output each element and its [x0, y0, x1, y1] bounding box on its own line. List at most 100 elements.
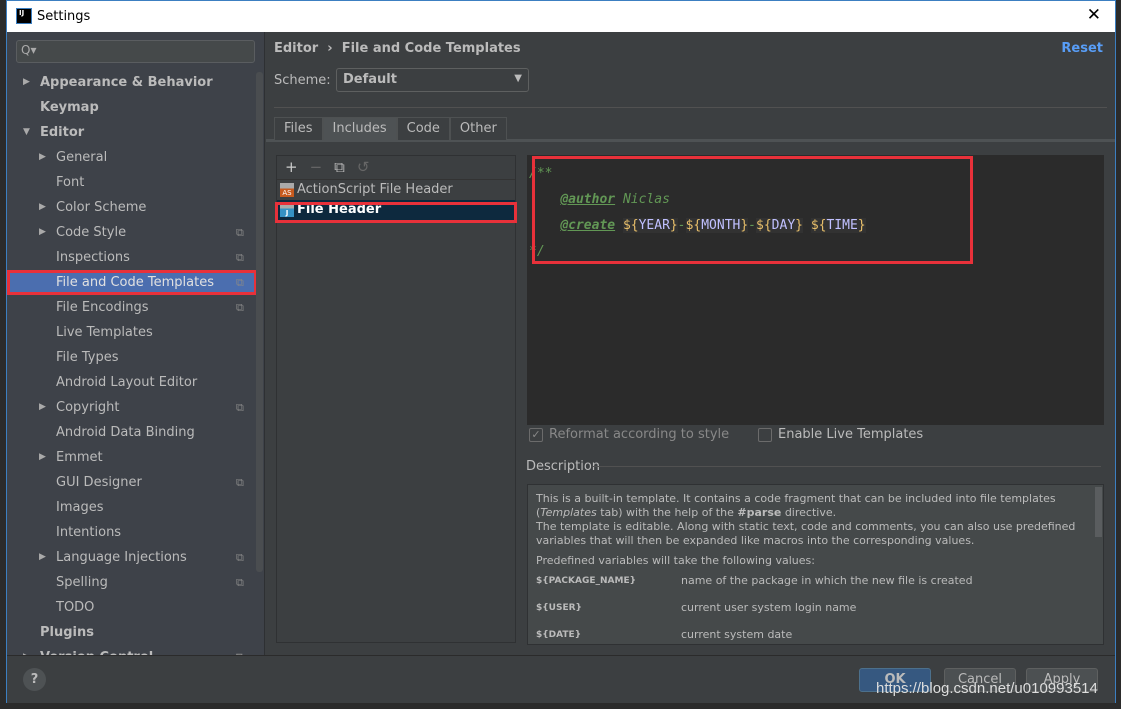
- template-label: ActionScript File Header: [297, 182, 453, 197]
- sidebar-item-label: File Types: [56, 350, 119, 365]
- sidebar-item-file-encodings[interactable]: File Encodings ⧉: [7, 295, 257, 320]
- template-tabs: Files Includes Code Other: [274, 117, 507, 140]
- description-p3: Predefined variables will take the follo…: [536, 554, 815, 567]
- close-icon[interactable]: ✕: [1087, 5, 1101, 25]
- live-templates-checkbox[interactable]: Enable Live Templates: [758, 427, 923, 442]
- intellij-logo-icon: IJ: [16, 8, 32, 24]
- sidebar-item-images[interactable]: Images: [7, 495, 257, 520]
- project-scope-icon: ⧉: [236, 276, 244, 289]
- remove-icon[interactable]: −: [310, 158, 323, 177]
- copy-icon[interactable]: ⧉: [334, 158, 345, 177]
- reset-link[interactable]: Reset: [1061, 41, 1103, 56]
- breadcrumb: Editor › File and Code Templates: [274, 41, 521, 56]
- sidebar: Q▾ ▶ Appearance & Behavior Keymap ▼ Editor ▶ G…: [7, 32, 265, 655]
- sidebar-item-label: Code Style: [56, 225, 127, 240]
- sidebar-item-label: Android Data Binding: [56, 425, 195, 440]
- actionscript-file-icon: AS: [280, 183, 294, 197]
- sidebar-scrollbar[interactable]: [256, 72, 263, 572]
- expand-right-icon[interactable]: ▶: [23, 70, 30, 95]
- live-templates-label: Enable Live Templates: [778, 427, 924, 442]
- sidebar-item-inspections[interactable]: Inspections ⧉: [7, 245, 257, 270]
- sidebar-item-live-templates[interactable]: Live Templates: [7, 320, 257, 345]
- sidebar-item-color-scheme[interactable]: ▶ Color Scheme: [7, 195, 257, 220]
- template-item-actionscript[interactable]: AS ActionScript File Header: [277, 180, 515, 200]
- description-scrollbar[interactable]: [1095, 487, 1102, 537]
- sidebar-item-label: Intentions: [56, 525, 122, 540]
- sidebar-item-label: File and Code Templates: [56, 275, 214, 290]
- expand-right-icon[interactable]: ▶: [39, 395, 46, 420]
- sidebar-item-label: Editor: [40, 125, 85, 140]
- sidebar-item-spelling[interactable]: Spelling ⧉: [7, 570, 257, 595]
- sidebar-item-android-layout-editor[interactable]: Android Layout Editor: [7, 370, 257, 395]
- sidebar-item-emmet[interactable]: ▶ Emmet: [7, 445, 257, 470]
- sidebar-item-general[interactable]: ▶ General: [7, 145, 257, 170]
- settings-window: IJ Settings ✕ Q▾ ▶ Appearance & Behavior K…: [6, 0, 1116, 703]
- highlight-box: [275, 202, 517, 223]
- checkmark-icon: ✓: [529, 427, 543, 442]
- sidebar-item-label: Appearance & Behavior: [40, 75, 213, 90]
- sidebar-item-language-injections[interactable]: ▶ Language Injections ⧉: [7, 545, 257, 570]
- sidebar-item-intentions[interactable]: Intentions: [7, 520, 257, 545]
- expand-down-icon[interactable]: ▼: [23, 120, 30, 145]
- sidebar-item-file-types[interactable]: File Types: [7, 345, 257, 370]
- sidebar-item-label: Color Scheme: [56, 200, 147, 215]
- divider: [593, 466, 1101, 467]
- description-label: Description: [526, 459, 601, 474]
- expand-right-icon[interactable]: ▶: [23, 645, 30, 655]
- expand-right-icon[interactable]: ▶: [39, 545, 46, 570]
- project-scope-icon: ⧉: [236, 401, 244, 414]
- sidebar-item-keymap[interactable]: Keymap: [7, 95, 257, 120]
- sidebar-item-label: File Encodings: [56, 300, 149, 315]
- list-toolbar: + − ⧉ ↺: [277, 156, 515, 180]
- sidebar-item-copyright[interactable]: ▶ Copyright ⧉: [7, 395, 257, 420]
- variable-row: ${DATE} current system date: [536, 628, 793, 641]
- project-scope-icon: ⧉: [236, 576, 244, 589]
- scheme-label: Scheme:: [274, 73, 331, 88]
- tab-includes[interactable]: Includes: [322, 117, 397, 140]
- expand-right-icon[interactable]: ▶: [39, 145, 46, 170]
- sidebar-item-file-and-code-templates[interactable]: File and Code Templates ⧉: [7, 270, 257, 295]
- project-scope-icon: ⧉: [236, 551, 244, 564]
- breadcrumb-separator: ›: [327, 41, 333, 56]
- expand-right-icon[interactable]: ▶: [39, 220, 46, 245]
- sidebar-item-label: Images: [56, 500, 104, 515]
- sidebar-item-label: Version Control: [40, 645, 153, 655]
- checkbox-icon: [758, 427, 772, 442]
- sidebar-item-font[interactable]: Font: [7, 170, 257, 195]
- sidebar-item-android-data-binding[interactable]: Android Data Binding: [7, 420, 257, 445]
- breadcrumb-current: File and Code Templates: [341, 41, 521, 56]
- sidebar-item-editor[interactable]: ▼ Editor: [7, 120, 257, 145]
- sidebar-item-code-style[interactable]: ▶ Code Style ⧉: [7, 220, 257, 245]
- sidebar-item-todo[interactable]: TODO: [7, 595, 257, 620]
- sidebar-item-label: Language Injections: [56, 550, 187, 565]
- template-list: + − ⧉ ↺ AS ActionScript File Header J File…: [276, 155, 516, 643]
- sidebar-item-appearance-behavior[interactable]: ▶ Appearance & Behavior: [7, 70, 257, 95]
- add-icon[interactable]: +: [285, 158, 298, 177]
- reset-icon[interactable]: ↺: [357, 158, 370, 177]
- project-scope-icon: ⧉: [236, 476, 244, 489]
- sidebar-item-gui-designer[interactable]: GUI Designer ⧉: [7, 470, 257, 495]
- sidebar-item-version-control[interactable]: ▶ Version Control ⧉: [7, 645, 257, 655]
- settings-search-input[interactable]: Q▾: [16, 40, 255, 63]
- expand-right-icon[interactable]: ▶: [39, 195, 46, 220]
- tab-files[interactable]: Files: [274, 117, 323, 140]
- expand-right-icon[interactable]: ▶: [39, 445, 46, 470]
- tab-code[interactable]: Code: [396, 117, 450, 140]
- window-title: Settings: [37, 9, 91, 24]
- sidebar-item-label: Copyright: [56, 400, 120, 415]
- sidebar-item-label: Emmet: [56, 450, 103, 465]
- tab-other[interactable]: Other: [449, 117, 507, 140]
- sidebar-item-label: Live Templates: [56, 325, 153, 340]
- sidebar-item-label: Android Layout Editor: [56, 375, 198, 390]
- watermark: https://blog.csdn.net/u010993514: [876, 680, 1098, 697]
- help-button[interactable]: ?: [23, 668, 46, 691]
- reformat-checkbox[interactable]: ✓ Reformat according to style: [529, 427, 729, 442]
- highlight-box: [532, 156, 973, 264]
- project-scope-icon: ⧉: [236, 251, 244, 264]
- description-panel: This is a built-in template. It contains…: [527, 484, 1104, 645]
- sidebar-item-plugins[interactable]: Plugins: [7, 620, 257, 645]
- scheme-dropdown[interactable]: Default ▼: [336, 68, 529, 92]
- sidebar-item-label: Spelling: [56, 575, 108, 590]
- reformat-label: Reformat according to style: [549, 427, 730, 442]
- scheme-value: Default: [343, 72, 397, 87]
